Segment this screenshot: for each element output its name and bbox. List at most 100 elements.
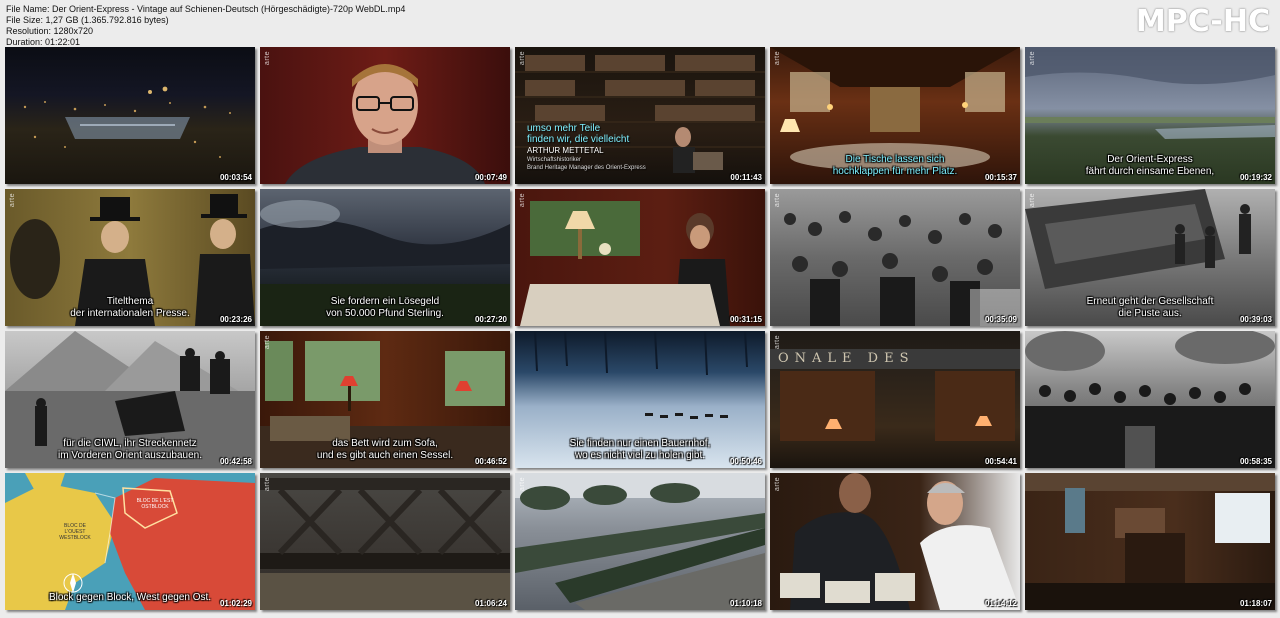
thumbnail-1[interactable]: 00:03:54 (5, 47, 255, 184)
speaker-caption: umso mehr Teile finden wir, die vielleic… (527, 123, 646, 172)
timestamp: 00:42:58 (219, 457, 252, 466)
scene-woman-table (520, 201, 730, 326)
subtitle: Titelthema der internationalen Presse. (5, 296, 255, 320)
subtitle-line-2: fährt durch einsame Ebenen, (1085, 166, 1215, 177)
timestamp: 00:39:03 (1239, 315, 1272, 324)
subtitle: Block gegen Block, West gegen Ost. (5, 592, 255, 604)
thumbnail-12[interactable]: das Bett wird zum Sofa, und es gibt auch… (260, 331, 510, 468)
map-label-west: BLOC DE L'OUEST WESTBLOCK (59, 523, 91, 541)
timestamp: 00:46:52 (474, 457, 507, 466)
scene-men-photos (780, 473, 1020, 610)
thumbnail-9[interactable]: arte 00:35:09 (770, 189, 1020, 326)
file-size-text: File Size: 1,27 GB (1.365.792.816 bytes) (6, 15, 169, 25)
channel-logo: arte (264, 335, 271, 350)
timestamp: 00:07:49 (474, 173, 507, 182)
mpc-hc-logo: MPC-HC (1135, 4, 1270, 39)
scene-europe-map (5, 473, 255, 610)
scene-train-interior (1025, 473, 1275, 610)
subtitle-line-1: Der Orient-Express (1107, 154, 1193, 165)
thumbnail-3[interactable]: umso mehr Teile finden wir, die vielleic… (515, 47, 765, 184)
railcar-sign-text: ONALE DES (778, 351, 915, 366)
file-name-text: File Name: Der Orient-Express - Vintage … (6, 4, 406, 14)
thumbnail-7[interactable]: Sie fordern ein Lösegeld von 50.000 Pfun… (260, 189, 510, 326)
scene-crowd-archival-2 (1025, 331, 1275, 468)
scene-city-night (23, 86, 231, 158)
thumbnail-grid: 00:03:54 arte 00:07:49 umso mehr Teile f… (5, 47, 1275, 610)
speaker-role-1: Wirtschaftshistoriker (527, 157, 582, 163)
channel-logo: arte (774, 51, 781, 66)
channel-logo: arte (774, 335, 781, 350)
subtitle-line-1: Sie fordern ein Lösegeld (330, 296, 440, 307)
subtitle-line-2: die Puste aus. (1118, 308, 1182, 319)
subtitle-line-2: von 50.000 Pfund Sterling. (326, 308, 444, 319)
timestamp: 00:03:54 (219, 173, 252, 182)
timestamp: 01:10:18 (729, 599, 762, 608)
timestamp: 00:58:35 (1239, 457, 1272, 466)
channel-logo: arte (774, 193, 781, 208)
timestamp: 00:27:20 (474, 315, 507, 324)
thumbnail-18[interactable]: arte 01:10:18 (515, 473, 765, 610)
thumbnail-13[interactable]: Sie finden nur einen Bauernhof, wo es ni… (515, 331, 765, 468)
subtitle: Sie finden nur einen Bauernhof, wo es ni… (515, 438, 765, 462)
timestamp: 00:50:46 (729, 457, 762, 466)
subtitle-line-1: Sie finden nur einen Bauernhof, (569, 438, 711, 449)
scene-bridge-truss (260, 478, 510, 610)
thumbnail-5[interactable]: Der Orient-Express fährt durch einsame E… (1025, 47, 1275, 184)
speaker-name: ARTHUR METTETAL (527, 146, 604, 155)
subtitle-line-1: für die CIWL, ihr Streckennetz (63, 438, 197, 449)
subtitle: für die CIWL, ihr Streckennetz im Vorder… (5, 438, 255, 462)
thumbnail-20[interactable]: 01:18:07 (1025, 473, 1275, 610)
thumbnail-6[interactable]: Titelthema der internationalen Presse. a… (5, 189, 255, 326)
subtitle-line-2: finden wir, die vielleicht (527, 134, 630, 145)
channel-logo: arte (1029, 193, 1036, 208)
subtitle: Sie fordern ein Lösegeld von 50.000 Pfun… (260, 296, 510, 320)
timestamp: 00:15:37 (984, 173, 1017, 182)
thumbnail-10[interactable]: Erneut geht der Gesellschaft die Puste a… (1025, 189, 1275, 326)
timestamp: 01:06:24 (474, 599, 507, 608)
channel-logo: arte (264, 477, 271, 492)
channel-logo: arte (1029, 51, 1036, 66)
subtitle-line-1: Titelthema (106, 296, 154, 307)
channel-logo: arte (264, 51, 271, 66)
subtitle-line-2: Block gegen Block, West gegen Ost. (48, 592, 212, 603)
timestamp: 01:14:12 (984, 599, 1017, 608)
thumbnail-11[interactable]: für die CIWL, ihr Streckennetz im Vorder… (5, 331, 255, 468)
subtitle-line-1: das Bett wird zum Sofa, (332, 438, 438, 449)
subtitle-line-1: Erneut geht der Gesellschaft (1086, 296, 1214, 307)
thumbnail-4[interactable]: Die Tische lassen sich hochklappen für m… (770, 47, 1020, 184)
subtitle: Die Tische lassen sich hochklappen für m… (770, 154, 1020, 178)
subtitle-line-2: und es gibt auch einen Sessel. (316, 450, 454, 461)
thumbnail-8[interactable]: arte 00:31:15 (515, 189, 765, 326)
channel-logo: arte (519, 193, 526, 208)
thumbnail-15[interactable]: 00:58:35 (1025, 331, 1275, 468)
scene-interview-man (285, 64, 485, 184)
thumbnail-2[interactable]: arte 00:07:49 (260, 47, 510, 184)
subtitle: Erneut geht der Gesellschaft die Puste a… (1025, 296, 1275, 320)
subtitle-line-2: wo es nicht viel zu holen gibt. (574, 450, 706, 461)
scene-crowd-archival (784, 211, 1020, 326)
timestamp: 00:11:43 (730, 173, 762, 182)
thumbnail-17[interactable]: arte 01:06:24 (260, 473, 510, 610)
subtitle-line-2: im Vorderen Orient auszubauen. (58, 450, 202, 461)
channel-logo: arte (9, 193, 16, 208)
thumbnail-14[interactable]: ONALE DES arte 00:54:41 (770, 331, 1020, 468)
channel-logo: arte (519, 477, 526, 492)
subtitle-line-1: umso mehr Teile (527, 123, 601, 134)
thumbnail-16[interactable]: BLOC DE L'OUEST WESTBLOCK BLOC DE L'EST … (5, 473, 255, 610)
subtitle: Der Orient-Express fährt durch einsame E… (1025, 154, 1275, 178)
subtitle-line-2: hochklappen für mehr Platz. (832, 166, 958, 177)
resolution-text: Resolution: 1280x720 (6, 26, 94, 36)
speaker-role-2: Brand Heritage Manager des Orient-Expres… (527, 165, 646, 171)
subtitle: das Bett wird zum Sofa, und es gibt auch… (260, 438, 510, 462)
channel-logo: arte (519, 51, 526, 66)
file-info-header: File Name: Der Orient-Express - Vintage … (6, 4, 405, 48)
timestamp: 00:19:32 (1239, 173, 1272, 182)
timestamp: 01:18:07 (1239, 599, 1272, 608)
timestamp: 00:35:09 (984, 315, 1017, 324)
timestamp: 00:31:15 (729, 315, 762, 324)
subtitle-line-1: Die Tische lassen sich (845, 154, 945, 165)
thumbnail-19[interactable]: arte 01:14:12 (770, 473, 1020, 610)
channel-logo: arte (774, 477, 781, 492)
timestamp: 00:23:26 (219, 315, 252, 324)
scene-train-station (515, 473, 765, 610)
